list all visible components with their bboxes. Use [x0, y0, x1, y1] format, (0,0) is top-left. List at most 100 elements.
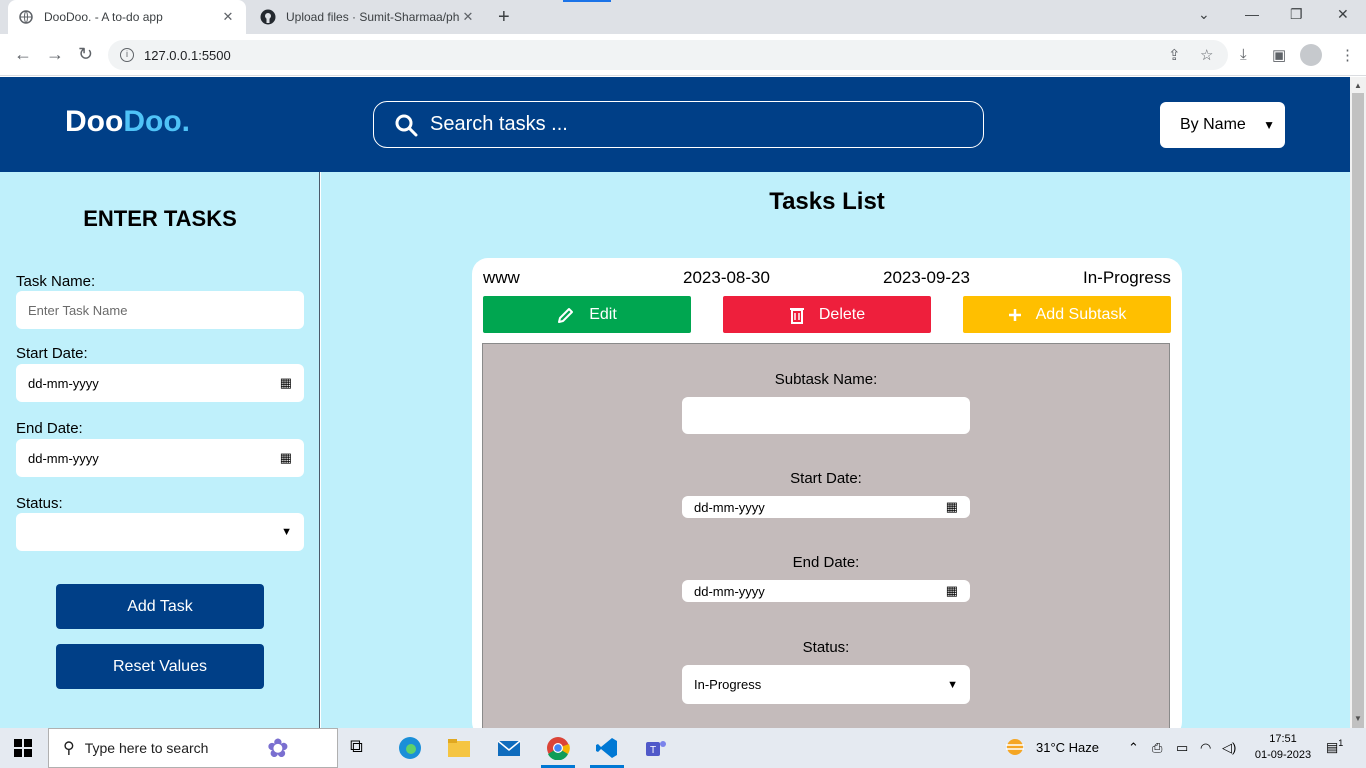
calendar-icon[interactable]: ▦: [280, 450, 292, 466]
scrollbar-thumb[interactable]: [1352, 93, 1364, 738]
address-bar[interactable]: i 127.0.0.1:5500: [108, 40, 1228, 70]
meet-now-icon[interactable]: ⎙: [1152, 740, 1162, 756]
file-explorer-icon[interactable]: [447, 736, 471, 760]
notification-count: 1: [1338, 738, 1344, 748]
task-end-date: 2023-09-23: [883, 268, 970, 287]
sort-select[interactable]: By Name ▼: [1160, 102, 1285, 148]
task-card: www 2023-08-30 2023-09-23 In-Progress Ed…: [472, 258, 1182, 743]
page-scrollbar[interactable]: ▲ ▼: [1350, 77, 1366, 738]
minimize-icon[interactable]: —: [1245, 6, 1259, 22]
subtask-end-date-label: End Date:: [792, 554, 860, 571]
subtask-status-label: Status:: [802, 639, 850, 656]
add-task-button[interactable]: Add Task: [56, 584, 264, 629]
vscode-icon[interactable]: [595, 736, 619, 760]
subtask-name-label: Subtask Name:: [774, 371, 878, 388]
task-name-input[interactable]: Enter Task Name: [16, 291, 304, 329]
browser-toolbar: ← → ↻ i 127.0.0.1:5500 ⇪ ☆ ⤓ ▣ ⋮: [0, 34, 1366, 76]
start-date-value: dd-mm-yyyy: [28, 375, 99, 391]
close-tab-icon[interactable]: ✕: [460, 9, 476, 25]
bookmark-star-icon[interactable]: ☆: [1200, 46, 1213, 64]
calendar-icon[interactable]: ▦: [280, 375, 292, 391]
enter-tasks-title: ENTER TASKS: [83, 206, 237, 231]
app-logo: DooDoo.: [65, 105, 190, 138]
github-icon: [260, 9, 276, 25]
subtask-start-date-label: Start Date:: [790, 470, 862, 487]
mail-icon[interactable]: [497, 736, 521, 760]
app-header: DooDoo. Search tasks ... By Name ▼: [0, 77, 1350, 172]
edit-label: Edit: [589, 305, 617, 323]
back-icon[interactable]: ←: [14, 44, 32, 65]
side-panel-icon[interactable]: ▣: [1272, 46, 1286, 64]
reload-icon[interactable]: ↻: [78, 44, 93, 65]
status-label: Status:: [16, 495, 63, 512]
taskbar-search-placeholder: Type here to search: [84, 740, 209, 756]
battery-icon[interactable]: ▭: [1176, 740, 1188, 756]
start-date-label: Start Date:: [16, 345, 88, 362]
windows-taskbar: ⚲ Type here to search ✿ ⧉ T 31°C Haze ⌃ …: [0, 728, 1366, 768]
globe-icon: [18, 9, 34, 25]
scroll-up-icon[interactable]: ▲: [1354, 81, 1362, 90]
subtask-status-select[interactable]: In-Progress ▼: [682, 665, 970, 704]
close-window-icon[interactable]: ✕: [1337, 6, 1349, 23]
svg-text:T: T: [650, 745, 656, 756]
profile-avatar[interactable]: [1300, 44, 1322, 66]
site-info-icon[interactable]: i: [120, 48, 134, 62]
scroll-down-icon[interactable]: ▼: [1354, 714, 1362, 723]
wifi-icon[interactable]: ◠: [1200, 740, 1211, 756]
chevron-down-icon: ▼: [1263, 118, 1275, 132]
tab-search-icon[interactable]: ⌄: [1198, 6, 1210, 23]
tasks-list-panel: Tasks List www 2023-08-30 2023-09-23 In-…: [321, 172, 1350, 743]
new-tab-icon[interactable]: +: [498, 6, 510, 29]
delete-button[interactable]: Delete: [723, 296, 931, 333]
chrome-icon[interactable]: [546, 736, 570, 760]
sort-selected-value: By Name: [1180, 116, 1246, 133]
search-icon: [395, 114, 418, 136]
url-text: 127.0.0.1:5500: [144, 47, 231, 63]
subtask-status-value: In-Progress: [694, 677, 762, 692]
task-name-placeholder: Enter Task Name: [28, 302, 128, 318]
calendar-icon[interactable]: ▦: [946, 499, 958, 515]
add-subtask-button[interactable]: Add Subtask: [963, 296, 1171, 333]
tab-doodoo[interactable]: DooDoo. - A to-do app ✕: [8, 0, 246, 34]
end-date-value: dd-mm-yyyy: [28, 450, 99, 466]
task-status: In-Progress: [1083, 268, 1171, 287]
search-placeholder: Search tasks ...: [430, 113, 568, 135]
volume-icon[interactable]: ◁): [1222, 740, 1236, 756]
forward-icon[interactable]: →: [46, 44, 64, 65]
search-input[interactable]: Search tasks ...: [373, 101, 984, 148]
restore-icon[interactable]: ❐: [1290, 6, 1303, 23]
subtask-name-input[interactable]: [682, 397, 970, 434]
reset-values-button[interactable]: Reset Values: [56, 644, 264, 689]
edge-icon[interactable]: [398, 736, 422, 760]
teams-icon[interactable]: T: [644, 736, 668, 760]
download-icon[interactable]: ⤓: [1240, 46, 1247, 63]
show-hidden-icons-icon[interactable]: ⌃: [1128, 740, 1139, 756]
edit-button[interactable]: Edit: [483, 296, 691, 333]
chevron-down-icon: ▼: [281, 526, 292, 538]
subtask-start-date-input[interactable]: dd-mm-yyyy ▦: [682, 496, 970, 518]
status-select[interactable]: ▼: [16, 513, 304, 551]
menu-icon[interactable]: ⋮: [1340, 46, 1355, 64]
flowers-icon: ✿: [267, 733, 289, 763]
end-date-input[interactable]: dd-mm-yyyy ▦: [16, 439, 304, 477]
close-tab-icon[interactable]: ✕: [220, 9, 236, 25]
tab-github[interactable]: Upload files · Sumit-Sharmaa/pha ✕: [250, 0, 486, 34]
browser-tab-strip: DooDoo. - A to-do app ✕ Upload files · S…: [0, 0, 1366, 34]
chevron-down-icon: ▼: [947, 678, 958, 691]
calendar-icon[interactable]: ▦: [946, 583, 958, 599]
task-name: www: [483, 268, 520, 287]
task-view-icon[interactable]: ⧉: [350, 736, 374, 760]
weather-text[interactable]: 31°C Haze: [1036, 740, 1099, 755]
windows-start-icon[interactable]: [14, 739, 32, 757]
share-icon[interactable]: ⇪: [1168, 46, 1181, 64]
tab-title: Upload files · Sumit-Sharmaa/pha: [286, 10, 460, 24]
pencil-icon: [558, 307, 574, 323]
start-date-input[interactable]: dd-mm-yyyy ▦: [16, 364, 304, 402]
subtask-end-date-input[interactable]: dd-mm-yyyy ▦: [682, 580, 970, 602]
search-icon: ⚲: [63, 740, 75, 757]
subtask-start-date-value: dd-mm-yyyy: [694, 499, 765, 515]
system-clock[interactable]: 17:51 01-09-2023: [1248, 731, 1318, 763]
taskbar-search-box[interactable]: ⚲ Type here to search ✿: [48, 728, 338, 768]
notification-center-icon[interactable]: ▤1: [1326, 738, 1343, 755]
trash-icon: [789, 307, 804, 324]
